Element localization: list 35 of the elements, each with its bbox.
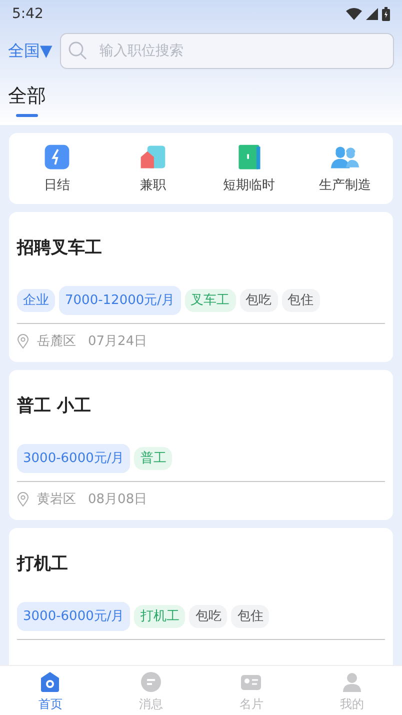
job-tag: 包住 (282, 288, 320, 312)
salary-tag: 7000-12000元/月 (59, 286, 181, 315)
location-pin-icon (17, 334, 29, 350)
nav-tab[interactable]: 首页 (0, 666, 100, 715)
status-time: 5:42 (12, 4, 44, 24)
job-title: 招聘叉车工 (17, 237, 103, 260)
wifi-icon (346, 8, 362, 20)
job-tag: 包住 (231, 604, 270, 628)
job-date: 08月08日 (88, 491, 148, 509)
category-item[interactable]: 短期临时 (201, 140, 297, 196)
category-tab[interactable]: 全部 (8, 82, 46, 116)
job-tag: 包吃 (240, 288, 278, 312)
battery-icon (382, 7, 390, 21)
job-title: 打机工 (17, 553, 69, 576)
search-field[interactable]: 输入职位搜索 (60, 33, 394, 69)
salary-tag: 3000-6000元/月 (17, 444, 130, 473)
job-card[interactable]: 普工 小工 3000-6000元/月 普工 黄岩区 08月08日 (9, 370, 393, 520)
job-date: 07月24日 (88, 333, 148, 351)
job-location: 岳麓区 (37, 333, 76, 351)
job-card[interactable]: 招聘叉车工 企业 7000-12000元/月 叉车工 包吃 包住 岳麓区 07月24日 (9, 212, 393, 362)
job-location: 黄岩区 (37, 491, 76, 509)
salary-tag: 3000-6000元/月 (17, 602, 130, 631)
job-title: 普工 小工 (17, 395, 92, 418)
message-icon (138, 670, 163, 694)
job-tag: 企业 (17, 288, 55, 312)
job-tag: 打机工 (134, 604, 186, 628)
category-item[interactable]: 兼职 (105, 140, 201, 196)
signal-icon (366, 8, 378, 20)
job-tag: 叉车工 (184, 288, 236, 312)
category-item[interactable]: 日结 (9, 140, 105, 196)
job-tag: 普工 (134, 446, 172, 470)
category-item[interactable]: 生产制造 (297, 140, 393, 196)
job-card[interactable]: 打机工 3000-6000元/月 打机工 包吃 包住 (9, 528, 393, 665)
job-tag: 包吃 (189, 604, 228, 628)
location-pin-icon (17, 492, 29, 508)
